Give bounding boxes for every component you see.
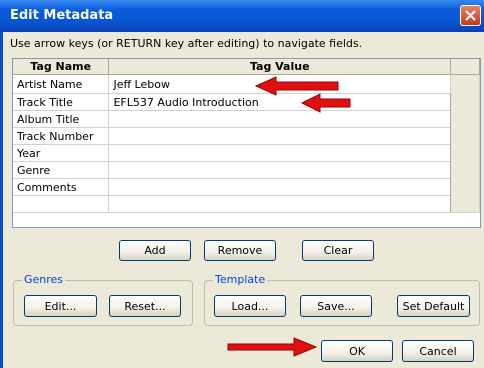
tag-value-cell[interactable] — [108, 195, 452, 213]
annotation-arrow-icon — [300, 93, 351, 113]
annotation-arrow-icon — [227, 337, 318, 357]
instruction-text: Use arrow keys (or RETURN key after edit… — [10, 37, 363, 50]
table-row: Track Number — [13, 127, 480, 145]
tag-name-cell[interactable]: Year — [13, 144, 110, 162]
window-title: Edit Metadata — [10, 8, 114, 23]
table-header-row: Tag Name Tag Value — [13, 59, 480, 75]
tag-value-cell[interactable] — [108, 161, 452, 179]
add-button[interactable]: Add — [119, 240, 191, 261]
set-default-button[interactable]: Set Default — [397, 295, 470, 317]
tag-value-cell[interactable] — [108, 178, 452, 196]
tag-name-cell[interactable] — [13, 195, 110, 213]
tag-value-cell[interactable] — [108, 110, 452, 128]
table-row: Genre — [13, 161, 480, 179]
template-group-label: Template — [213, 273, 268, 286]
title-bar[interactable]: Edit Metadata — [0, 0, 484, 32]
table-row: Artist Name Jeff Lebow — [13, 74, 480, 213]
tag-name-cell[interactable]: Genre — [13, 161, 110, 179]
table-row: Album Title — [13, 110, 480, 128]
tag-value-cell[interactable] — [108, 127, 452, 145]
tag-name-cell[interactable]: Track Title — [13, 93, 110, 111]
genres-group-label: Genres — [22, 273, 66, 286]
window-border — [0, 32, 3, 368]
ok-button[interactable]: OK — [321, 340, 393, 362]
template-save-button[interactable]: Save... — [300, 295, 372, 317]
tag-name-cell[interactable]: Album Title — [13, 110, 110, 128]
tag-name-cell[interactable]: Artist Name — [13, 74, 110, 94]
table-row: Year — [13, 144, 480, 162]
table-row: Track Title EFL537 Audio Introduction — [13, 93, 480, 111]
template-load-button[interactable]: Load... — [214, 295, 286, 317]
genres-edit-button[interactable]: Edit... — [24, 295, 97, 317]
close-button[interactable] — [460, 5, 481, 26]
edit-metadata-dialog: Edit Metadata Use arrow keys (or RETURN … — [0, 0, 484, 368]
column-header-tag-value[interactable]: Tag Value — [108, 59, 452, 75]
cancel-button[interactable]: Cancel — [402, 340, 474, 362]
genres-reset-button[interactable]: Reset... — [109, 295, 181, 317]
vertical-scrollbar[interactable] — [450, 74, 480, 213]
metadata-table: Tag Name Tag Value Artist Name Jeff Lebo… — [12, 58, 481, 228]
close-icon — [465, 10, 476, 21]
column-header-filler — [450, 59, 480, 75]
tag-name-cell[interactable]: Track Number — [13, 127, 110, 145]
table-row-empty — [13, 195, 480, 213]
clear-button[interactable]: Clear — [302, 240, 374, 261]
column-header-tag-name[interactable]: Tag Name — [13, 59, 110, 75]
table-row: Comments — [13, 178, 480, 196]
remove-button[interactable]: Remove — [204, 240, 276, 261]
tag-value-cell[interactable] — [108, 144, 452, 162]
tag-name-cell[interactable]: Comments — [13, 178, 110, 196]
